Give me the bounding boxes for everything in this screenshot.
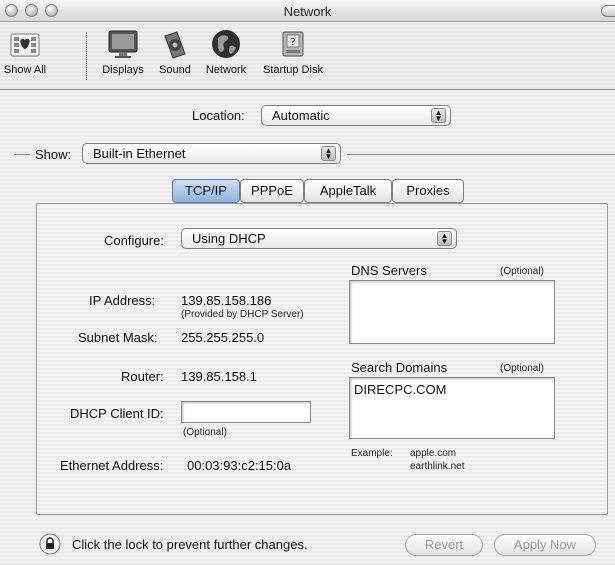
- location-value: Automatic: [272, 108, 330, 123]
- ip-address-note: (Provided by DHCP Server): [181, 309, 304, 320]
- svg-text:?: ?: [290, 37, 295, 48]
- ip-address-label: IP Address:: [89, 293, 156, 308]
- toolbar-label: Network: [205, 64, 247, 76]
- search-domains-label: Search Domains: [351, 360, 448, 375]
- lock-message: Click the lock to prevent further change…: [72, 537, 308, 552]
- popup-arrows-icon: ▲ ▼: [437, 231, 452, 246]
- show-label: Show:: [35, 147, 72, 162]
- dns-servers-optional: (Optional): [500, 266, 544, 277]
- toolbar-startup-disk[interactable]: ? Startup Disk: [256, 28, 330, 76]
- dhcp-client-id-field[interactable]: [181, 401, 311, 423]
- tab-proxies[interactable]: Proxies: [392, 179, 464, 203]
- toolbar-separator: [86, 32, 87, 80]
- subnet-mask-label: Subnet Mask:: [78, 330, 158, 345]
- configure-popup[interactable]: Using DHCP ▲ ▼: [181, 228, 457, 249]
- example-line-1: apple.com: [410, 448, 457, 459]
- toolbar-label: Displays: [102, 64, 144, 76]
- speaker-icon: [159, 28, 191, 60]
- popup-arrows-icon: ▲ ▼: [321, 146, 336, 161]
- tab-tcpip[interactable]: TCP/IP: [172, 179, 240, 203]
- search-domains-value: DIRECPC.COM: [354, 382, 447, 397]
- lock-icon: [39, 533, 61, 555]
- location-popup[interactable]: Automatic ▲ ▼: [261, 105, 451, 126]
- router-value: 139.85.158.1: [181, 369, 257, 384]
- show-popup[interactable]: Built-in Ethernet ▲ ▼: [82, 143, 341, 164]
- title-bar: Network: [0, 0, 615, 22]
- dns-servers-label: DNS Servers: [351, 263, 427, 278]
- show-all-icon: [9, 28, 41, 60]
- disk-icon: ?: [277, 28, 309, 60]
- revert-button[interactable]: Revert: [405, 534, 483, 556]
- toolbar-sound[interactable]: Sound: [151, 28, 199, 76]
- toolbar-show-all[interactable]: Show All: [0, 28, 50, 76]
- toolbar: Show All Displays Sound Network ? Startu…: [0, 22, 615, 90]
- search-domains-field[interactable]: DIRECPC.COM: [349, 377, 555, 439]
- search-domains-optional: (Optional): [500, 363, 544, 374]
- ethernet-address-value: 00:03:93:c2:15:0a: [187, 458, 292, 473]
- ethernet-address-label: Ethernet Address:: [60, 458, 164, 473]
- configure-value: Using DHCP: [192, 231, 266, 246]
- display-icon: [107, 28, 139, 60]
- tab-appletalk[interactable]: AppleTalk: [304, 179, 392, 203]
- dns-servers-field[interactable]: [349, 280, 555, 344]
- location-label: Location:: [192, 108, 245, 123]
- example-line-2: earthlink.net: [410, 461, 465, 472]
- subnet-mask-value: 255.255.255.0: [181, 330, 265, 345]
- tab-pppoe[interactable]: PPPoE: [240, 179, 304, 203]
- ip-address-value: 139.85.158.186: [181, 293, 272, 308]
- example-label: Example:: [351, 448, 393, 459]
- divider: [14, 154, 30, 155]
- window-title: Network: [283, 4, 332, 19]
- globe-icon: [210, 28, 242, 60]
- toolbar-label: Show All: [3, 64, 47, 76]
- apply-now-button[interactable]: Apply Now: [494, 534, 596, 556]
- show-value: Built-in Ethernet: [93, 146, 186, 161]
- dhcp-client-id-note: (Optional): [183, 427, 227, 438]
- toolbar-label: Sound: [159, 64, 191, 76]
- toolbar-toggle-button[interactable]: [601, 5, 615, 17]
- divider: [347, 154, 615, 155]
- dhcp-client-id-label: DHCP Client ID:: [70, 406, 164, 421]
- configure-label: Configure:: [104, 233, 164, 248]
- router-label: Router:: [121, 369, 164, 384]
- lock-button[interactable]: [39, 533, 61, 555]
- toolbar-displays[interactable]: Displays: [95, 28, 151, 76]
- popup-arrows-icon: ▲ ▼: [431, 108, 446, 123]
- toolbar-label: Startup Disk: [263, 64, 323, 76]
- toolbar-network[interactable]: Network: [199, 28, 253, 76]
